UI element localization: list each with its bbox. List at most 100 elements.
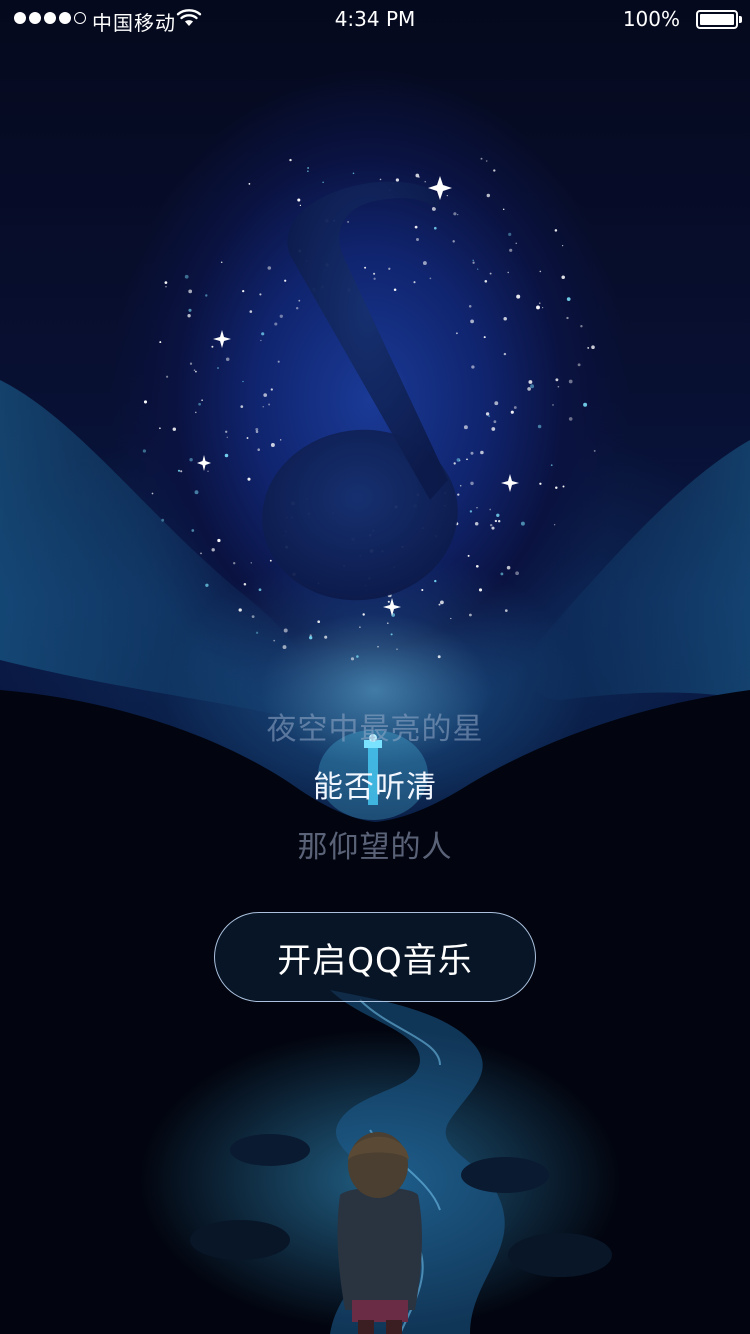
star — [322, 181, 324, 183]
star — [195, 370, 197, 373]
star — [562, 485, 565, 488]
star — [242, 289, 245, 293]
star — [476, 507, 478, 509]
star — [159, 427, 161, 430]
star — [267, 266, 272, 270]
star — [554, 229, 558, 232]
star — [258, 588, 262, 592]
star — [233, 562, 236, 565]
star — [491, 427, 496, 431]
star — [568, 417, 573, 421]
star — [273, 639, 276, 642]
star — [317, 620, 321, 624]
star — [539, 270, 542, 273]
star — [469, 613, 472, 617]
star — [159, 341, 162, 344]
star — [478, 588, 483, 592]
star — [220, 261, 223, 264]
star — [520, 521, 525, 526]
star — [580, 325, 583, 328]
star — [468, 305, 472, 308]
open-qq-music-button[interactable]: 开启QQ音乐 — [214, 912, 536, 1002]
star — [498, 520, 501, 523]
star — [143, 400, 148, 404]
star — [437, 655, 441, 659]
star — [539, 302, 541, 304]
star — [298, 299, 301, 302]
star — [217, 367, 219, 369]
star — [459, 484, 462, 487]
star — [299, 204, 302, 207]
star — [250, 562, 253, 564]
star — [187, 314, 191, 318]
star — [587, 346, 590, 349]
star — [496, 513, 500, 517]
star — [262, 406, 264, 408]
star — [466, 458, 468, 461]
star — [566, 316, 569, 320]
star — [255, 631, 259, 634]
star — [530, 384, 535, 389]
star — [555, 486, 558, 489]
star — [485, 412, 490, 416]
star — [480, 157, 483, 160]
star — [489, 272, 492, 275]
star — [247, 477, 251, 481]
star — [470, 481, 474, 486]
star — [469, 510, 473, 513]
star — [528, 380, 533, 384]
star — [180, 470, 183, 473]
battery-icon — [696, 10, 742, 29]
star — [485, 160, 488, 162]
star — [472, 259, 474, 262]
star — [211, 548, 215, 552]
star — [177, 469, 181, 472]
star — [494, 519, 498, 523]
cloud-right — [529, 440, 750, 700]
star — [377, 645, 379, 648]
star — [515, 571, 519, 576]
star — [456, 458, 461, 462]
star — [201, 399, 203, 401]
star — [504, 609, 508, 612]
star — [172, 427, 177, 431]
star — [416, 238, 419, 241]
star — [259, 293, 262, 296]
star — [471, 365, 475, 369]
star — [274, 322, 278, 326]
star — [489, 508, 492, 511]
night-sky-artwork — [0, 157, 750, 1334]
star — [470, 319, 475, 324]
star — [568, 379, 573, 384]
star — [387, 600, 390, 603]
star — [188, 289, 193, 294]
star — [164, 281, 168, 284]
star — [488, 415, 491, 418]
lyric-line-next: 那仰望的人 — [297, 830, 453, 865]
star — [500, 572, 504, 576]
star — [506, 565, 511, 570]
star — [502, 208, 505, 211]
star — [413, 281, 416, 284]
star — [450, 617, 452, 620]
star — [477, 268, 479, 270]
star — [166, 375, 169, 378]
star — [165, 286, 167, 288]
star — [396, 648, 398, 651]
star — [553, 524, 556, 526]
star — [439, 600, 444, 605]
star — [225, 357, 230, 362]
star — [455, 332, 458, 335]
star — [373, 272, 376, 275]
star — [390, 633, 393, 636]
star — [225, 430, 228, 433]
star — [359, 626, 361, 628]
star — [536, 305, 540, 310]
star — [189, 362, 193, 365]
star — [393, 288, 397, 291]
star — [347, 220, 350, 223]
star — [452, 240, 455, 243]
star — [453, 212, 457, 216]
star — [260, 339, 262, 342]
star — [283, 628, 288, 633]
